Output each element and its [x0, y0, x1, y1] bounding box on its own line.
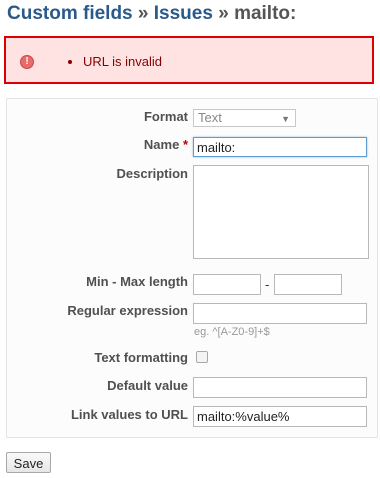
- link-values-to-url-input[interactable]: [193, 406, 367, 427]
- page-title: Custom fields » Issues » mailto:: [7, 3, 296, 25]
- max-length-input[interactable]: [274, 274, 342, 295]
- error-icon: !: [20, 55, 34, 69]
- regular-expression-input[interactable]: [193, 303, 367, 324]
- format-label: Format: [143, 109, 188, 124]
- text-formatting-checkbox[interactable]: [196, 351, 208, 363]
- breadcrumb-issues-link[interactable]: Issues: [154, 3, 213, 24]
- description-label: Description: [116, 166, 188, 181]
- default-value-label: Default value: [107, 378, 188, 393]
- breadcrumb-separator: »: [218, 3, 229, 24]
- description-textarea[interactable]: [193, 165, 369, 259]
- format-select[interactable]: Text ▼: [193, 109, 296, 127]
- breadcrumb-current: mailto:: [234, 3, 297, 24]
- link-values-to-url-label: Link values to URL: [70, 407, 188, 422]
- breadcrumb-custom-fields-link[interactable]: Custom fields: [7, 3, 133, 24]
- required-marker: *: [182, 137, 188, 152]
- min-max-length-label: Min - Max length: [86, 274, 188, 289]
- error-flash: ! URL is invalid: [4, 36, 374, 84]
- range-separator: -: [265, 277, 270, 292]
- error-message: URL is invalid: [83, 54, 162, 69]
- breadcrumb-separator: »: [137, 3, 149, 24]
- chevron-down-icon: ▼: [281, 114, 290, 124]
- save-button[interactable]: Save: [6, 452, 51, 473]
- bullet-icon: [68, 60, 72, 64]
- regular-expression-hint: eg. ^[A-Z0-9]+$: [194, 326, 270, 338]
- name-label: Name *: [6, 137, 188, 152]
- name-label-text: Name: [143, 137, 180, 152]
- name-input[interactable]: [193, 137, 367, 157]
- regular-expression-label: Regular expression: [67, 303, 188, 318]
- min-length-input[interactable]: [193, 274, 261, 295]
- format-select-value: Text: [198, 110, 222, 125]
- text-formatting-label: Text formatting: [94, 350, 188, 365]
- default-value-input[interactable]: [193, 377, 367, 398]
